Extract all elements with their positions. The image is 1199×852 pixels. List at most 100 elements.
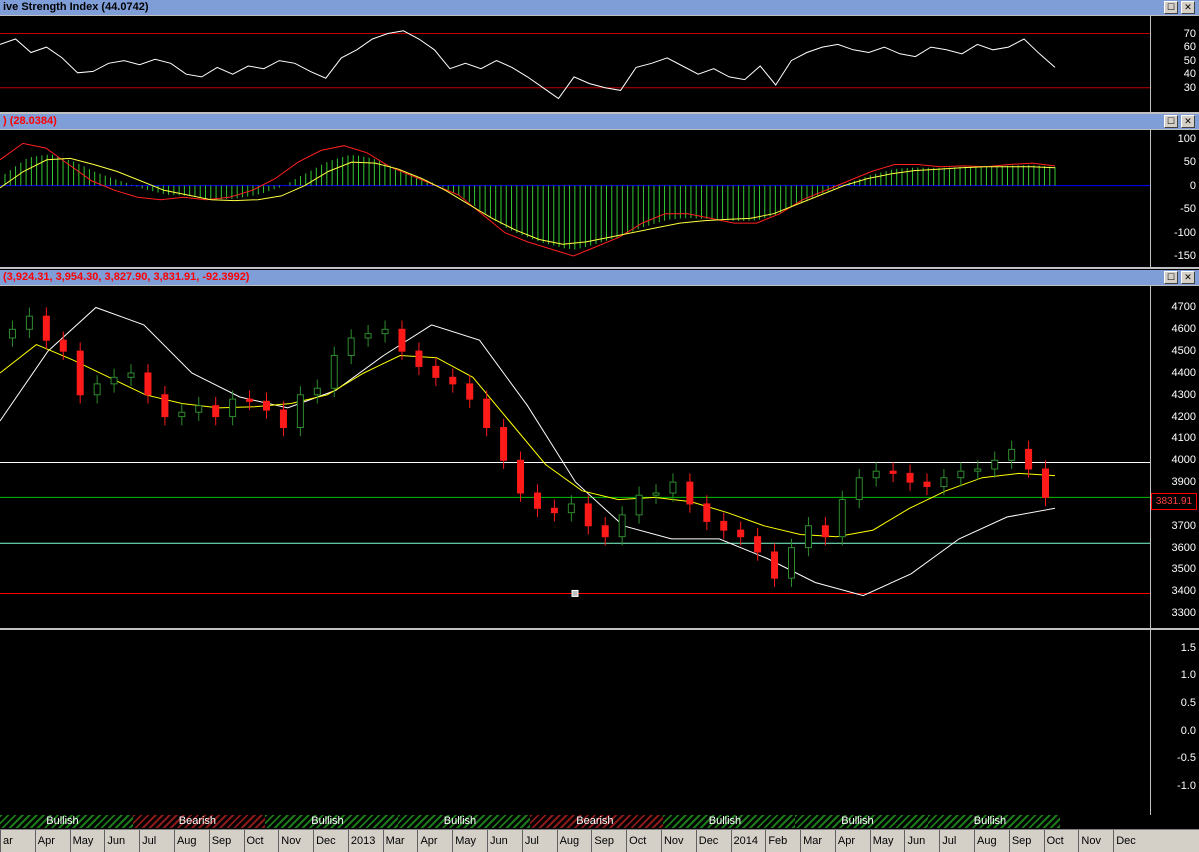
timeline-label: Jul: [142, 835, 157, 847]
timeline-label: Mar: [385, 835, 405, 847]
timeline-tick: [660, 830, 662, 852]
candle-body: [25, 315, 33, 330]
y-tick-label: 4500: [1171, 345, 1196, 358]
candle-body: [279, 409, 287, 429]
y-tick-label: 4000: [1171, 454, 1196, 467]
timeline-tick: [208, 830, 210, 852]
y-tick-label: 30: [1183, 81, 1196, 94]
rsi-plot: [0, 30, 1150, 100]
rsi-pane: ive Strength Index (44.0742) ☐ ✕ 70 60 50 4…: [0, 0, 1199, 112]
candle-body: [669, 481, 677, 494]
sentiment-label: Bullish: [841, 815, 874, 827]
timeline-label: ar: [3, 835, 13, 847]
candle-body: [229, 398, 237, 418]
candle-body: [93, 383, 101, 396]
timeline-label: Sep: [211, 835, 232, 847]
candle-body: [788, 547, 795, 579]
timeline-tick: [939, 830, 941, 852]
price-title: (3,924.31, 3,954.30, 3,827.90, 3,831.91,…: [3, 271, 250, 283]
candle-body: [110, 376, 118, 385]
sentiment-segment: Bearish: [132, 815, 265, 828]
timeline-label: 2013: [350, 835, 376, 847]
y-tick-label: 4100: [1171, 432, 1196, 445]
timeline-label: Nov: [1081, 835, 1101, 847]
candle-body: [178, 411, 186, 418]
candle-body: [1008, 448, 1016, 461]
timeline-label: Apr: [37, 835, 55, 847]
timeline-tick: [1008, 830, 1010, 852]
maximize-icon[interactable]: ☐: [1164, 1, 1178, 14]
y-tick-label: -150: [1173, 249, 1196, 262]
timeline-tick: [104, 830, 106, 852]
candle-body: [771, 551, 779, 579]
rsi-title: ive Strength Index (44.0742): [3, 1, 149, 13]
timeline-tick: [0, 830, 1, 852]
timeline-label: Jun: [490, 835, 508, 847]
candle-body: [737, 529, 745, 538]
candle-body: [974, 468, 982, 472]
timeline-tick: [139, 830, 141, 852]
timeline-tick: [626, 830, 628, 852]
y-tick-label: 40: [1183, 68, 1196, 81]
timeline-tick: [904, 830, 906, 852]
candle-body: [584, 503, 592, 527]
candle-body: [212, 405, 220, 418]
close-icon[interactable]: ✕: [1181, 1, 1195, 14]
candle-body: [957, 470, 965, 479]
maximize-icon[interactable]: ☐: [1164, 115, 1178, 128]
macd-title-bar[interactable]: ) (28.0384) ☐ ✕: [0, 114, 1199, 130]
empty-axis: 1.5 1.0 0.5 0.0 -0.5 -1.0: [1150, 630, 1199, 815]
candle-body: [330, 354, 338, 389]
timeline-label: Jun: [107, 835, 126, 847]
timeline-tick: [1113, 830, 1115, 852]
candle-body: [567, 503, 575, 514]
timeline-label: Nov: [663, 835, 684, 847]
macd-pane: ) (28.0384) ☐ ✕ 100 50 0 -50 -100 -150: [0, 114, 1199, 267]
timeline-label: Jul: [524, 835, 539, 847]
sentiment-label: Bullish: [708, 815, 742, 827]
timeline-label: Aug: [559, 835, 580, 847]
candle-body: [296, 394, 304, 429]
candle-body: [246, 398, 254, 402]
price-title-bar[interactable]: (3,924.31, 3,954.30, 3,827.90, 3,831.91,…: [0, 270, 1199, 286]
timeline-tick: [695, 830, 697, 852]
timeline-tick: [173, 830, 175, 852]
y-tick-label: 4600: [1171, 323, 1196, 336]
timeline-label: Aug: [977, 835, 997, 847]
y-tick-label: 0.5: [1180, 697, 1196, 710]
sentiment-label: Bullish: [46, 815, 79, 827]
macd-plot: [0, 142, 1150, 257]
rsi-title-bar[interactable]: ive Strength Index (44.0742) ☐ ✕: [0, 0, 1199, 16]
level-handle: [571, 589, 579, 597]
candle-body: [754, 536, 762, 553]
timeline-label: Nov: [281, 835, 301, 847]
timeline-tick: [974, 830, 976, 852]
y-tick-label: -50: [1180, 203, 1196, 216]
y-tick-label: 3400: [1171, 585, 1196, 598]
timeline-tick: [69, 830, 71, 852]
timeline-tick: [591, 830, 593, 852]
sentiment-segment: Bullish: [927, 815, 1060, 828]
pane-divider[interactable]: [0, 267, 1199, 269]
timeline-label: Oct: [629, 835, 647, 847]
candle-body: [483, 398, 491, 429]
close-icon[interactable]: ✕: [1181, 271, 1195, 284]
candle-body: [449, 376, 457, 385]
timeline-tick: [417, 830, 419, 852]
y-tick-label: -100: [1173, 226, 1196, 239]
candle-body: [1025, 448, 1033, 470]
candle-body: [889, 470, 897, 474]
timeline-tick: [869, 830, 871, 852]
close-icon[interactable]: ✕: [1181, 115, 1195, 128]
sentiment-label: Bullish: [973, 815, 1007, 827]
timeline-tick: [347, 830, 349, 852]
timeline-tick: [243, 830, 245, 852]
y-tick-label: -1.0: [1177, 780, 1196, 793]
candle-body: [703, 503, 711, 522]
candle-body: [855, 477, 863, 501]
candle-body: [720, 520, 728, 531]
timeline-axis[interactable]: ar Apr May Jun Jul Aug Sep Oct Nov Dec 2013 Mar Apr M…: [0, 829, 1199, 852]
maximize-icon[interactable]: ☐: [1164, 271, 1178, 284]
rsi-axis: 70 60 50 40 30: [1150, 16, 1199, 112]
sentiment-segment: Bullish: [397, 815, 530, 828]
